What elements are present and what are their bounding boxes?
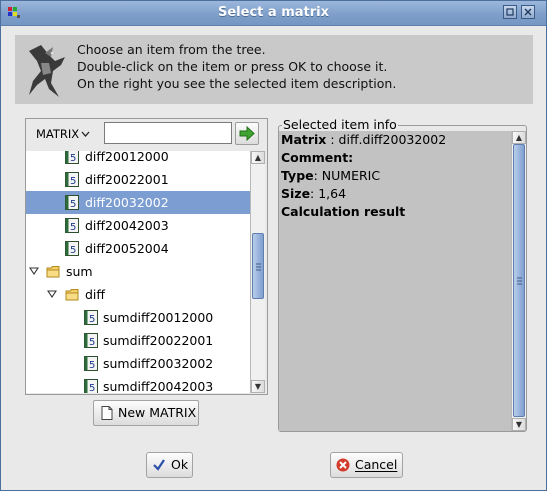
grip-icon [517,277,522,285]
expand-triangle-icon[interactable] [29,267,39,276]
new-matrix-label: New MATRIX [118,405,197,420]
svg-text:5: 5 [70,222,76,233]
matrix-file-icon: 5 [65,172,79,187]
matrix-file-icon: 5 [84,379,98,393]
tree-item[interactable]: 5 sumdiff20032002 [26,352,250,375]
matrix-file-icon: 5 [65,241,79,256]
instruction-line-3: On the right you see the selected item d… [77,76,397,91]
matrix-file-icon: 5 [84,356,98,371]
tree-item-label: sumdiff20022001 [103,333,214,348]
maximize-icon [506,8,514,16]
dialog-window: Select a matrix Choose an item from the … [0,0,547,491]
search-input[interactable] [104,122,232,144]
ok-button[interactable]: Ok [146,452,193,478]
scroll-down-button[interactable]: ▼ [512,418,526,431]
tree-item[interactable]: 5 diff20022001 [26,168,250,191]
selected-item-info-text: Matrix : diff.diff20032002 Comment: Type… [279,131,511,431]
info-scrollbar-thumb[interactable] [513,144,525,417]
tree-item-label: diff [85,287,106,302]
cancel-label: Cancel [355,457,398,472]
type-dropdown[interactable]: MATRIX [31,123,101,145]
scroll-down-button[interactable]: ▼ [251,380,265,393]
tree-item-label: sumdiff20042003 [103,379,214,393]
tree-item[interactable]: 5 sumdiff20022001 [26,329,250,352]
arrow-right-icon [239,125,255,142]
size-value: : 1,64 [310,186,347,201]
type-key: Type [281,168,314,183]
title-bar[interactable]: Select a matrix [1,1,546,26]
tree-item[interactable]: 5 diff20042003 [26,214,250,237]
instruction-line-1: Choose an item from the tree. [77,42,266,57]
tree-item[interactable]: 5 sumdiff20042003 [26,375,250,393]
matrix-key: Matrix [281,132,327,147]
matrix-tree[interactable]: 5 diff20012000 5 diff20022001 5 diff2003… [26,151,250,393]
matrix-file-icon: 5 [65,151,79,164]
svg-text:5: 5 [89,360,95,371]
scroll-up-button[interactable]: ▲ [512,131,526,144]
svg-text:5: 5 [89,314,95,325]
folder-icon [65,289,79,301]
type-dropdown-label: MATRIX [36,127,80,141]
matrix-value: : diff.diff20032002 [326,132,447,147]
close-button[interactable] [521,5,535,19]
go-button[interactable] [235,122,259,145]
tree-item[interactable]: 5 diff20052004 [26,237,250,260]
matrix-file-icon: 5 [65,195,79,210]
svg-text:5: 5 [70,245,76,256]
matrix-file-icon: 5 [65,218,79,233]
tree-item-label: diff20022001 [85,172,169,187]
bird-logo-icon [29,45,65,97]
new-matrix-button[interactable]: New MATRIX [93,400,199,426]
tree-item[interactable]: 5 sumdiff20012000 [26,306,250,329]
maximize-button[interactable] [503,5,517,19]
tree-scrollbar[interactable]: ▲ ▼ [250,151,265,393]
svg-text:5: 5 [70,153,76,164]
tree-scrollbar-thumb[interactable] [252,233,264,299]
tree-item-selected[interactable]: 5 diff20032002 [26,191,250,214]
instruction-line-2: Double-click on the item or press OK to … [77,59,388,74]
tree-folder[interactable]: sum [26,260,250,283]
type-value: : NUMERIC [313,168,381,183]
cancel-x-icon [336,458,350,472]
size-key: Size [281,186,311,201]
tree-item-label: sum [66,264,93,279]
comment-key: Comment [281,150,349,165]
window-title: Select a matrix [218,5,329,20]
new-document-icon [101,406,113,420]
tree-folder[interactable]: diff [26,283,250,306]
comment-value: : [348,150,354,165]
info-scrollbar[interactable]: ▲ ▼ [511,131,526,431]
svg-text:5: 5 [89,383,95,393]
tree-item-label: sumdiff20012000 [103,310,214,325]
tree-item-label: diff20032002 [85,195,169,210]
ok-label: Ok [171,457,189,472]
tree-item[interactable]: 5 diff20012000 [26,151,250,168]
chevron-down-icon [81,131,90,137]
grip-icon [256,263,261,271]
svg-text:5: 5 [70,176,76,187]
svg-text:5: 5 [70,199,76,210]
selected-item-info-legend: Selected item info [282,117,398,132]
calculation-result-heading: Calculation result [281,204,406,219]
scroll-up-button[interactable]: ▲ [251,151,265,164]
tree-item-label: diff20012000 [85,151,169,164]
cancel-button[interactable]: Cancel [330,452,403,478]
matrix-file-icon: 5 [84,310,98,325]
folder-icon [46,266,60,278]
svg-text:5: 5 [89,337,95,348]
expand-triangle-icon[interactable] [47,290,57,299]
close-icon [524,8,532,16]
tree-item-label: diff20042003 [85,218,169,233]
tree-item-label: diff20052004 [85,241,169,256]
tree-item-label: sumdiff20032002 [103,356,214,371]
checkmark-icon [153,459,165,471]
instruction-banner: Choose an item from the tree. Double-cli… [15,35,533,104]
matrix-file-icon: 5 [84,333,98,348]
